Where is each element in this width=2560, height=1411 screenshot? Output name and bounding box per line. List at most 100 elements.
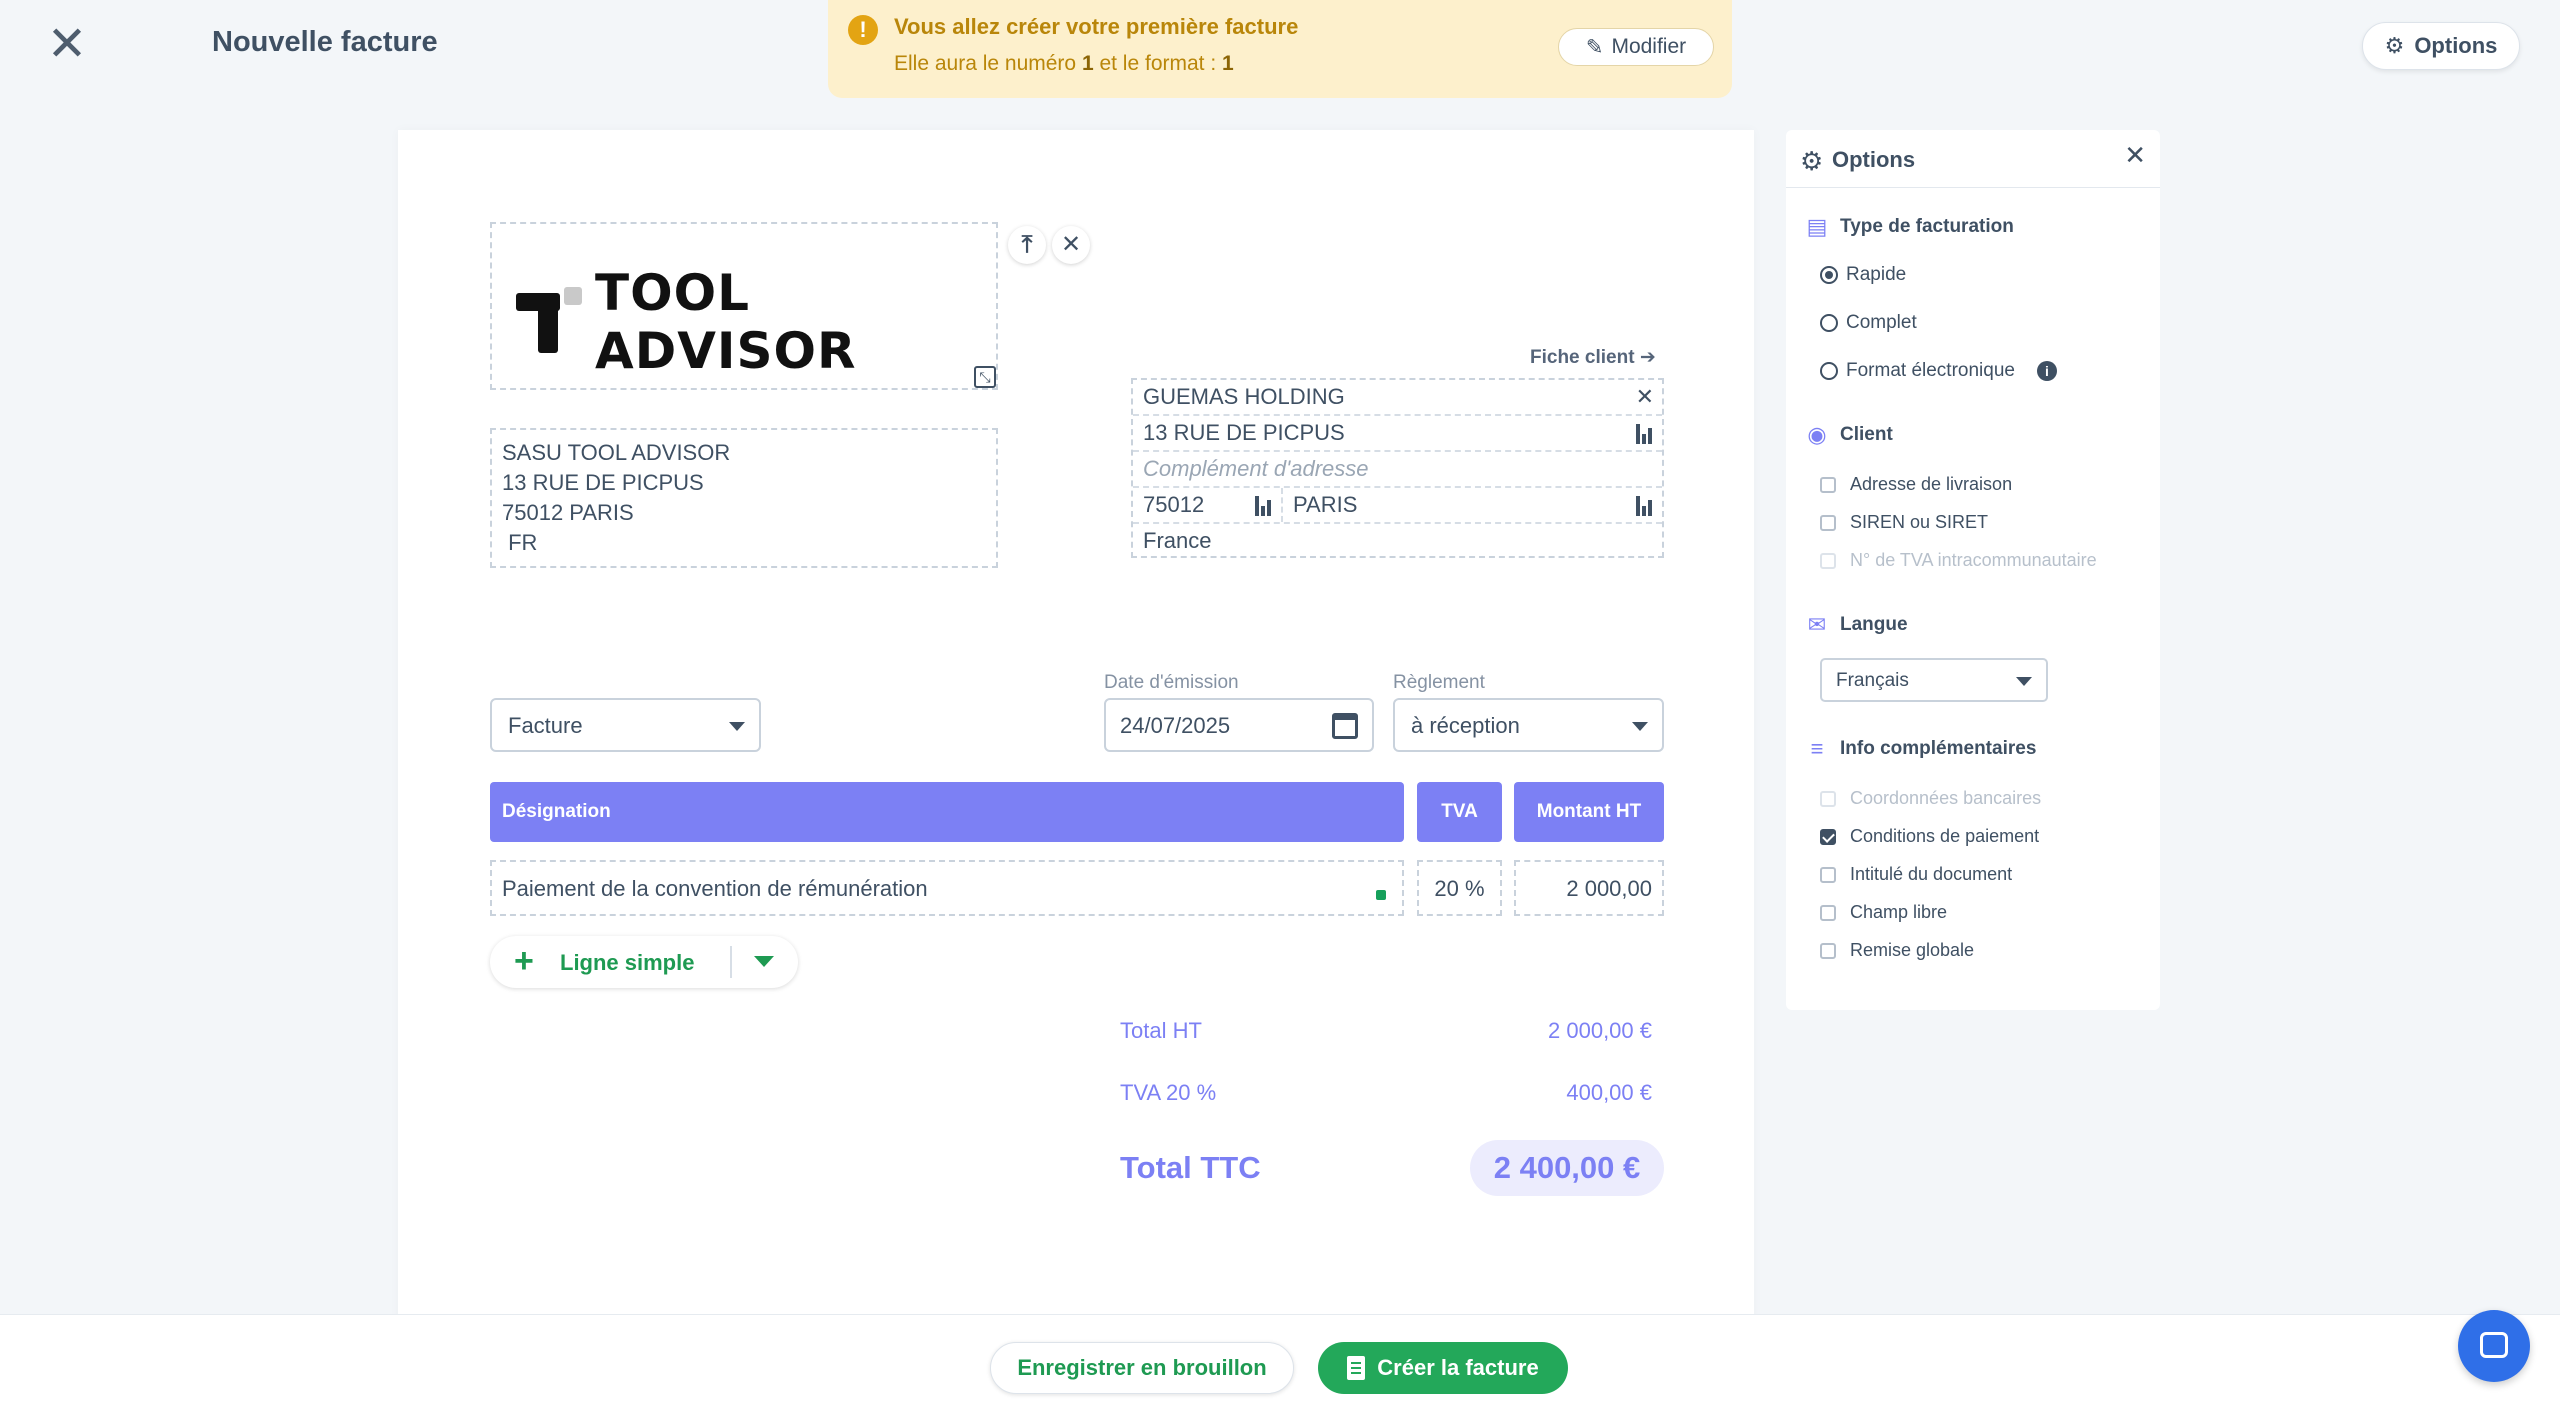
radio[interactable] (1820, 362, 1838, 380)
client-city-row: 75012 PARIS (1133, 488, 1662, 524)
checkbox[interactable] (1820, 514, 1836, 531)
upload-icon[interactable]: ⤒ (1008, 226, 1046, 264)
notice-number: 1 (1081, 52, 1094, 75)
company-line: 75012 PARIS (502, 500, 634, 525)
billing-type-complet[interactable]: Complet (1820, 312, 1917, 334)
add-line-button[interactable]: + Ligne simple (490, 936, 730, 988)
option-document-title[interactable]: Intitulé du document (1820, 864, 2012, 885)
checkbox[interactable] (1820, 476, 1836, 493)
line-amount-input[interactable]: 2 000,00 (1514, 860, 1664, 916)
checkbox-label: Adresse de livraison (1850, 474, 2013, 494)
client-section-title: Client (1840, 424, 1893, 445)
info-icon[interactable]: i (2036, 361, 2057, 381)
chevron-down-icon[interactable] (732, 936, 798, 988)
options-panel: ⚙ Options ✕ ▤ Type de facturation Rapide… (1786, 130, 2160, 1010)
radio-label: Complet (1846, 312, 1917, 333)
checkbox-label: Remise globale (1850, 940, 1975, 960)
option-bank-details: Coordonnées bancaires (1820, 788, 2041, 809)
autocomplete-icon[interactable] (1636, 496, 1652, 516)
language-value: Français (1836, 670, 1909, 691)
language-section: ✉ Langue (1806, 614, 1908, 636)
checkbox-label: Conditions de paiement (1850, 826, 2040, 846)
option-payment-conditions[interactable]: Conditions de paiement (1820, 826, 2039, 847)
logo-dropzone[interactable]: TOOL ADVISOR ⤡ (490, 222, 998, 390)
line-designation-input[interactable]: Paiement de la convention de rémunératio… (490, 860, 1404, 916)
radio-label: Format électronique (1846, 360, 2015, 381)
total-ttc-value: 2 400,00 € (1470, 1140, 1664, 1196)
checkbox-label: Intitulé du document (1850, 864, 2013, 884)
radio-selected[interactable] (1820, 266, 1838, 284)
close-icon[interactable]: ✕ (44, 21, 90, 69)
option-global-discount[interactable]: Remise globale (1820, 940, 1974, 961)
client-zip: 75012 (1143, 492, 1205, 517)
column-header-tva: TVA (1417, 782, 1502, 842)
gear-icon: ⚙ (1800, 146, 1824, 176)
add-line-label: Ligne simple (560, 950, 695, 975)
checkbox[interactable] (1820, 904, 1836, 921)
client-complement-field[interactable]: Complément d'adresse (1133, 452, 1662, 488)
first-invoice-notice: ! Vous allez créer votre première factur… (828, 0, 1732, 98)
close-icon[interactable]: ✕ (2124, 140, 2146, 171)
billing-type-rapide[interactable]: Rapide (1820, 264, 1906, 286)
total-ht-value: 2 000,00 € (1548, 1018, 1652, 1043)
modify-button[interactable]: ✎ Modifier (1558, 28, 1714, 66)
logo-text: TOOL ADVISOR (595, 264, 857, 380)
option-delivery-address[interactable]: Adresse de livraison (1820, 474, 2012, 495)
client-address-field[interactable]: 13 RUE DE PICPUS (1133, 416, 1662, 452)
total-tva-label: TVA 20 % (1120, 1080, 1217, 1105)
client-country: France (1143, 528, 1212, 553)
payment-terms-select[interactable]: à réception (1393, 698, 1664, 752)
save-draft-button[interactable]: Enregistrer en brouillon (990, 1342, 1294, 1394)
create-invoice-button[interactable]: Créer la facture (1318, 1342, 1568, 1394)
total-ht-label: Total HT (1120, 1018, 1202, 1043)
client-zip-field[interactable]: 75012 (1133, 488, 1283, 522)
document-icon: ▤ (1806, 214, 1828, 239)
expand-icon[interactable]: ⤡ (974, 366, 996, 388)
client-country-field[interactable]: France (1133, 524, 1662, 560)
close-icon[interactable]: ✕ (1636, 384, 1654, 410)
chevron-down-icon (2016, 677, 2032, 686)
notice-sub-mid: et le format : (1093, 52, 1223, 75)
column-header-designation: Désignation (490, 782, 1404, 842)
option-free-field[interactable]: Champ libre (1820, 902, 1947, 923)
options-panel-header: ⚙ Options ✕ (1786, 130, 2160, 188)
option-siren-siret[interactable]: SIREN ou SIRET (1820, 512, 1988, 533)
radio-label: Rapide (1846, 264, 1907, 285)
language-select[interactable]: Français (1820, 658, 2048, 702)
checkbox-label: SIREN ou SIRET (1850, 512, 1989, 532)
notice-sub-prefix: Elle aura le numéro (894, 52, 1082, 75)
total-ttc-label: Total TTC (1120, 1150, 1261, 1185)
company-line: SASU TOOL ADVISOR (502, 440, 731, 465)
billing-type-title: Type de facturation (1840, 216, 2014, 237)
autocomplete-icon[interactable] (1636, 424, 1652, 444)
radio[interactable] (1820, 314, 1838, 332)
options-panel-title: Options (1832, 147, 1916, 172)
company-line: FR (502, 530, 538, 555)
pencil-icon: ✎ (1585, 35, 1604, 59)
checkbox[interactable] (1820, 942, 1836, 959)
company-address[interactable]: SASU TOOL ADVISOR 13 RUE DE PICPUS 75012… (490, 428, 998, 568)
checkbox-checked[interactable] (1820, 828, 1836, 845)
document-type-select[interactable]: Facture (490, 698, 761, 752)
warning-icon: ! (848, 15, 878, 45)
chevron-down-icon (729, 722, 745, 731)
client-city: PARIS (1293, 492, 1358, 517)
language-title: Langue (1840, 614, 1908, 635)
billing-type-electronic[interactable]: Format électronique i (1820, 360, 2057, 382)
client-city-field[interactable]: PARIS (1283, 488, 1662, 522)
client-name-field[interactable]: GUEMAS HOLDING ✕ (1133, 380, 1662, 416)
client-sheet-link[interactable]: Fiche client ➔ (1530, 346, 1656, 369)
calendar-icon[interactable] (1332, 713, 1358, 739)
checkbox[interactable] (1820, 866, 1836, 883)
modify-label: Modifier (1611, 35, 1687, 58)
chat-icon[interactable] (2458, 1310, 2530, 1382)
close-icon[interactable]: ✕ (1052, 226, 1090, 264)
document-type-value: Facture (508, 713, 583, 738)
line-tva-input[interactable]: 20 % (1417, 860, 1502, 916)
autocomplete-icon[interactable] (1255, 496, 1271, 516)
issue-date-input[interactable]: 24/07/2025 (1104, 698, 1374, 752)
payment-label: Règlement (1393, 672, 1485, 693)
gear-icon: ⚙ (2384, 33, 2405, 58)
options-button[interactable]: ⚙ Options (2362, 22, 2520, 70)
company-logo: TOOL ADVISOR (516, 264, 996, 380)
